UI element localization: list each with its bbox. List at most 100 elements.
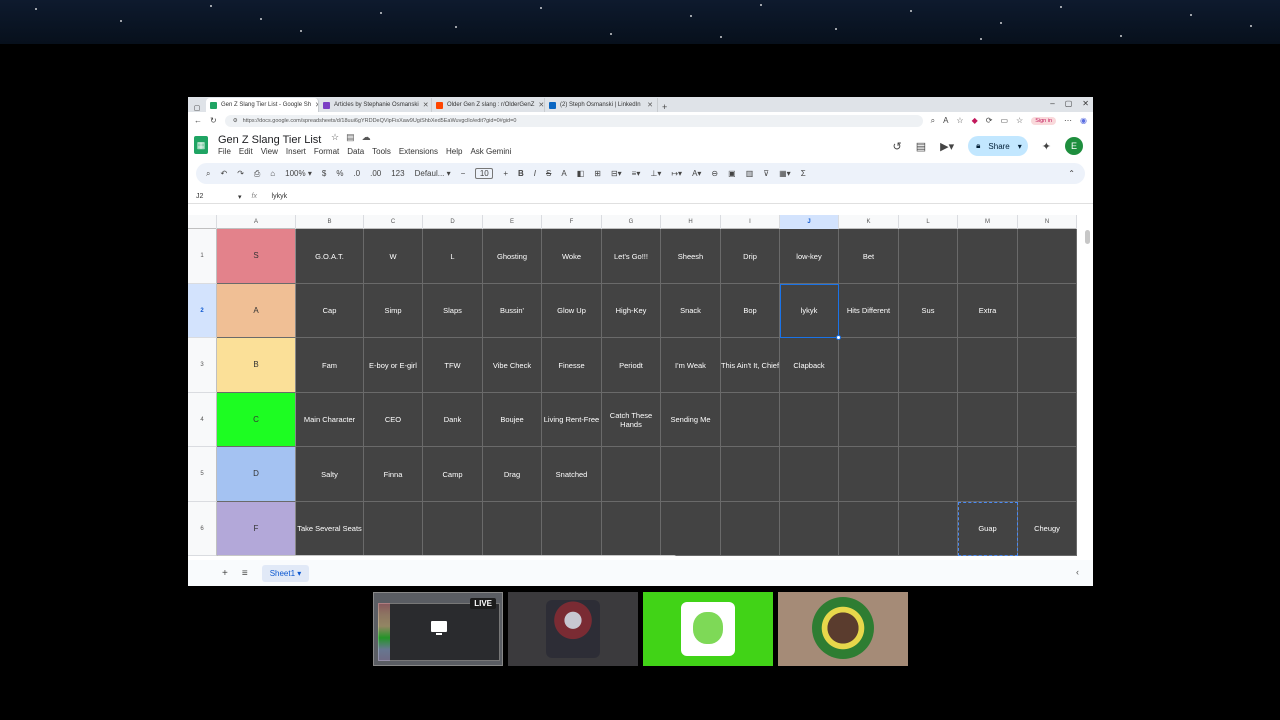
row-header[interactable]: 4 xyxy=(188,393,217,447)
slang-cell[interactable] xyxy=(364,502,423,556)
slang-cell[interactable]: low-key xyxy=(780,229,839,284)
slang-cell[interactable] xyxy=(661,447,721,502)
slang-cell[interactable] xyxy=(899,229,958,284)
row-header[interactable]: 1 xyxy=(188,229,217,284)
tier-label-cell[interactable]: D xyxy=(217,447,296,502)
slang-cell[interactable] xyxy=(423,502,483,556)
row-header[interactable]: 6 xyxy=(188,502,217,556)
slang-cell[interactable]: Finna xyxy=(364,447,423,502)
add-sheet-icon[interactable]: + xyxy=(222,568,228,579)
slang-cell[interactable] xyxy=(483,502,542,556)
percent-format-button[interactable]: % xyxy=(336,169,343,178)
formula-input[interactable]: lykyk xyxy=(272,193,288,200)
maximize-icon[interactable]: ▢ xyxy=(1065,99,1073,108)
tier-label-cell[interactable]: A xyxy=(217,284,296,338)
number-format-button[interactable]: 123 xyxy=(391,169,404,178)
slang-cell[interactable]: Boujee xyxy=(483,393,542,447)
currency-format-button[interactable]: $ xyxy=(322,169,326,178)
slang-cell[interactable]: Salty xyxy=(296,447,364,502)
site-info-icon[interactable]: ⚙ xyxy=(233,118,238,124)
font-size-increase-icon[interactable]: + xyxy=(503,169,508,178)
zoom-icon[interactable]: ⌕ xyxy=(931,116,935,126)
bold-icon[interactable]: B xyxy=(518,169,524,178)
slang-cell[interactable] xyxy=(958,393,1018,447)
slang-cell[interactable] xyxy=(661,502,721,556)
slang-cell[interactable]: Snatched xyxy=(542,447,602,502)
slang-cell[interactable]: Bussin' xyxy=(483,284,542,338)
slang-cell[interactable] xyxy=(899,338,958,393)
slang-cell[interactable] xyxy=(780,447,839,502)
slang-cell[interactable]: Drag xyxy=(483,447,542,502)
close-tab-icon[interactable]: ✕ xyxy=(423,101,429,109)
fill-color-icon[interactable]: ◧ xyxy=(577,169,585,178)
column-header-b[interactable]: B xyxy=(296,215,364,229)
slang-cell[interactable] xyxy=(542,502,602,556)
column-header-e[interactable]: E xyxy=(483,215,542,229)
slang-cell[interactable] xyxy=(1018,229,1077,284)
tier-label-cell[interactable]: C xyxy=(217,393,296,447)
split-screen-icon[interactable]: ▭ xyxy=(1000,116,1008,125)
slang-cell[interactable]: L xyxy=(423,229,483,284)
slang-cell[interactable]: Sheesh xyxy=(661,229,721,284)
participant-tile-avatar-4[interactable] xyxy=(778,592,908,666)
slang-cell[interactable]: Clapback xyxy=(780,338,839,393)
slang-cell[interactable]: Take Several Seats xyxy=(296,502,364,556)
slang-cell[interactable]: Dank xyxy=(423,393,483,447)
tab-menu-icon[interactable]: ▢ xyxy=(188,104,206,112)
chevron-down-icon[interactable]: ▾ xyxy=(238,193,242,201)
slang-cell[interactable] xyxy=(839,338,899,393)
comments-icon[interactable]: ▤ xyxy=(916,140,926,153)
slang-cell[interactable]: Let's Go!!! xyxy=(602,229,661,284)
sheets-logo-icon[interactable]: ▦ xyxy=(194,136,208,154)
slang-cell[interactable]: E-boy or E-girl xyxy=(364,338,423,393)
all-sheets-icon[interactable]: ≡ xyxy=(242,568,248,579)
slang-cell[interactable] xyxy=(1018,284,1077,338)
text-color-icon[interactable]: A xyxy=(561,169,566,178)
back-icon[interactable]: ← xyxy=(194,116,202,125)
column-header-j[interactable]: J xyxy=(780,215,839,229)
zoom-select[interactable]: 100% ▾ xyxy=(285,169,312,178)
avatar[interactable]: E xyxy=(1065,137,1083,155)
share-button[interactable]: 🔒︎ Share ▾ xyxy=(968,136,1028,156)
print-icon[interactable]: ⎙ xyxy=(254,169,260,179)
borders-icon[interactable]: ⊞ xyxy=(594,169,601,178)
slang-cell[interactable] xyxy=(958,229,1018,284)
column-header-d[interactable]: D xyxy=(423,215,483,229)
merge-cells-icon[interactable]: ⊟▾ xyxy=(611,169,622,178)
slang-cell[interactable] xyxy=(958,447,1018,502)
comment-icon[interactable]: ▣ xyxy=(728,169,736,178)
browser-tab[interactable]: Gen Z Slang Tier List - Google Sh✕ xyxy=(206,98,319,112)
sheet-tab[interactable]: Sheet1 ▾ xyxy=(261,564,310,582)
slang-cell[interactable]: Extra xyxy=(958,284,1018,338)
slang-cell[interactable] xyxy=(721,393,780,447)
slang-cell[interactable]: Fam xyxy=(296,338,364,393)
increase-decimal-button[interactable]: .00 xyxy=(370,169,381,178)
slang-cell[interactable] xyxy=(780,393,839,447)
font-select[interactable]: Defaul... ▾ xyxy=(415,169,451,178)
move-folder-icon[interactable]: ▤ xyxy=(346,132,355,143)
row-header[interactable]: 5 xyxy=(188,447,217,502)
slang-cell[interactable] xyxy=(602,502,661,556)
filter-icon[interactable]: ⊽ xyxy=(763,169,769,178)
collapse-sidebar-icon[interactable]: ‹ xyxy=(1076,567,1079,577)
column-header-m[interactable]: M xyxy=(958,215,1018,229)
version-history-icon[interactable]: ↺ xyxy=(893,140,902,153)
refresh-icon[interactable]: ↻ xyxy=(210,116,217,125)
slang-cell[interactable] xyxy=(839,502,899,556)
link-icon[interactable]: ⊖ xyxy=(711,169,718,178)
slang-cell[interactable] xyxy=(721,447,780,502)
slang-cell[interactable] xyxy=(780,502,839,556)
slang-cell[interactable]: Woke xyxy=(542,229,602,284)
strikethrough-icon[interactable]: S xyxy=(546,169,551,178)
slang-cell[interactable]: Cheugy xyxy=(1018,502,1077,556)
slang-cell[interactable] xyxy=(839,447,899,502)
column-header-n[interactable]: N xyxy=(1018,215,1077,229)
slang-cell[interactable]: Ghosting xyxy=(483,229,542,284)
column-header-i[interactable]: I xyxy=(721,215,780,229)
url-field[interactable]: ⚙ https://docs.google.com/spreadsheets/d… xyxy=(224,114,923,127)
align-icon[interactable]: ≡▾ xyxy=(632,169,641,178)
slang-cell[interactable] xyxy=(1018,447,1077,502)
slang-cell[interactable]: Living Rent-Free xyxy=(542,393,602,447)
cloud-status-icon[interactable]: ☁ xyxy=(362,132,371,143)
slang-cell[interactable]: High-Key xyxy=(602,284,661,338)
